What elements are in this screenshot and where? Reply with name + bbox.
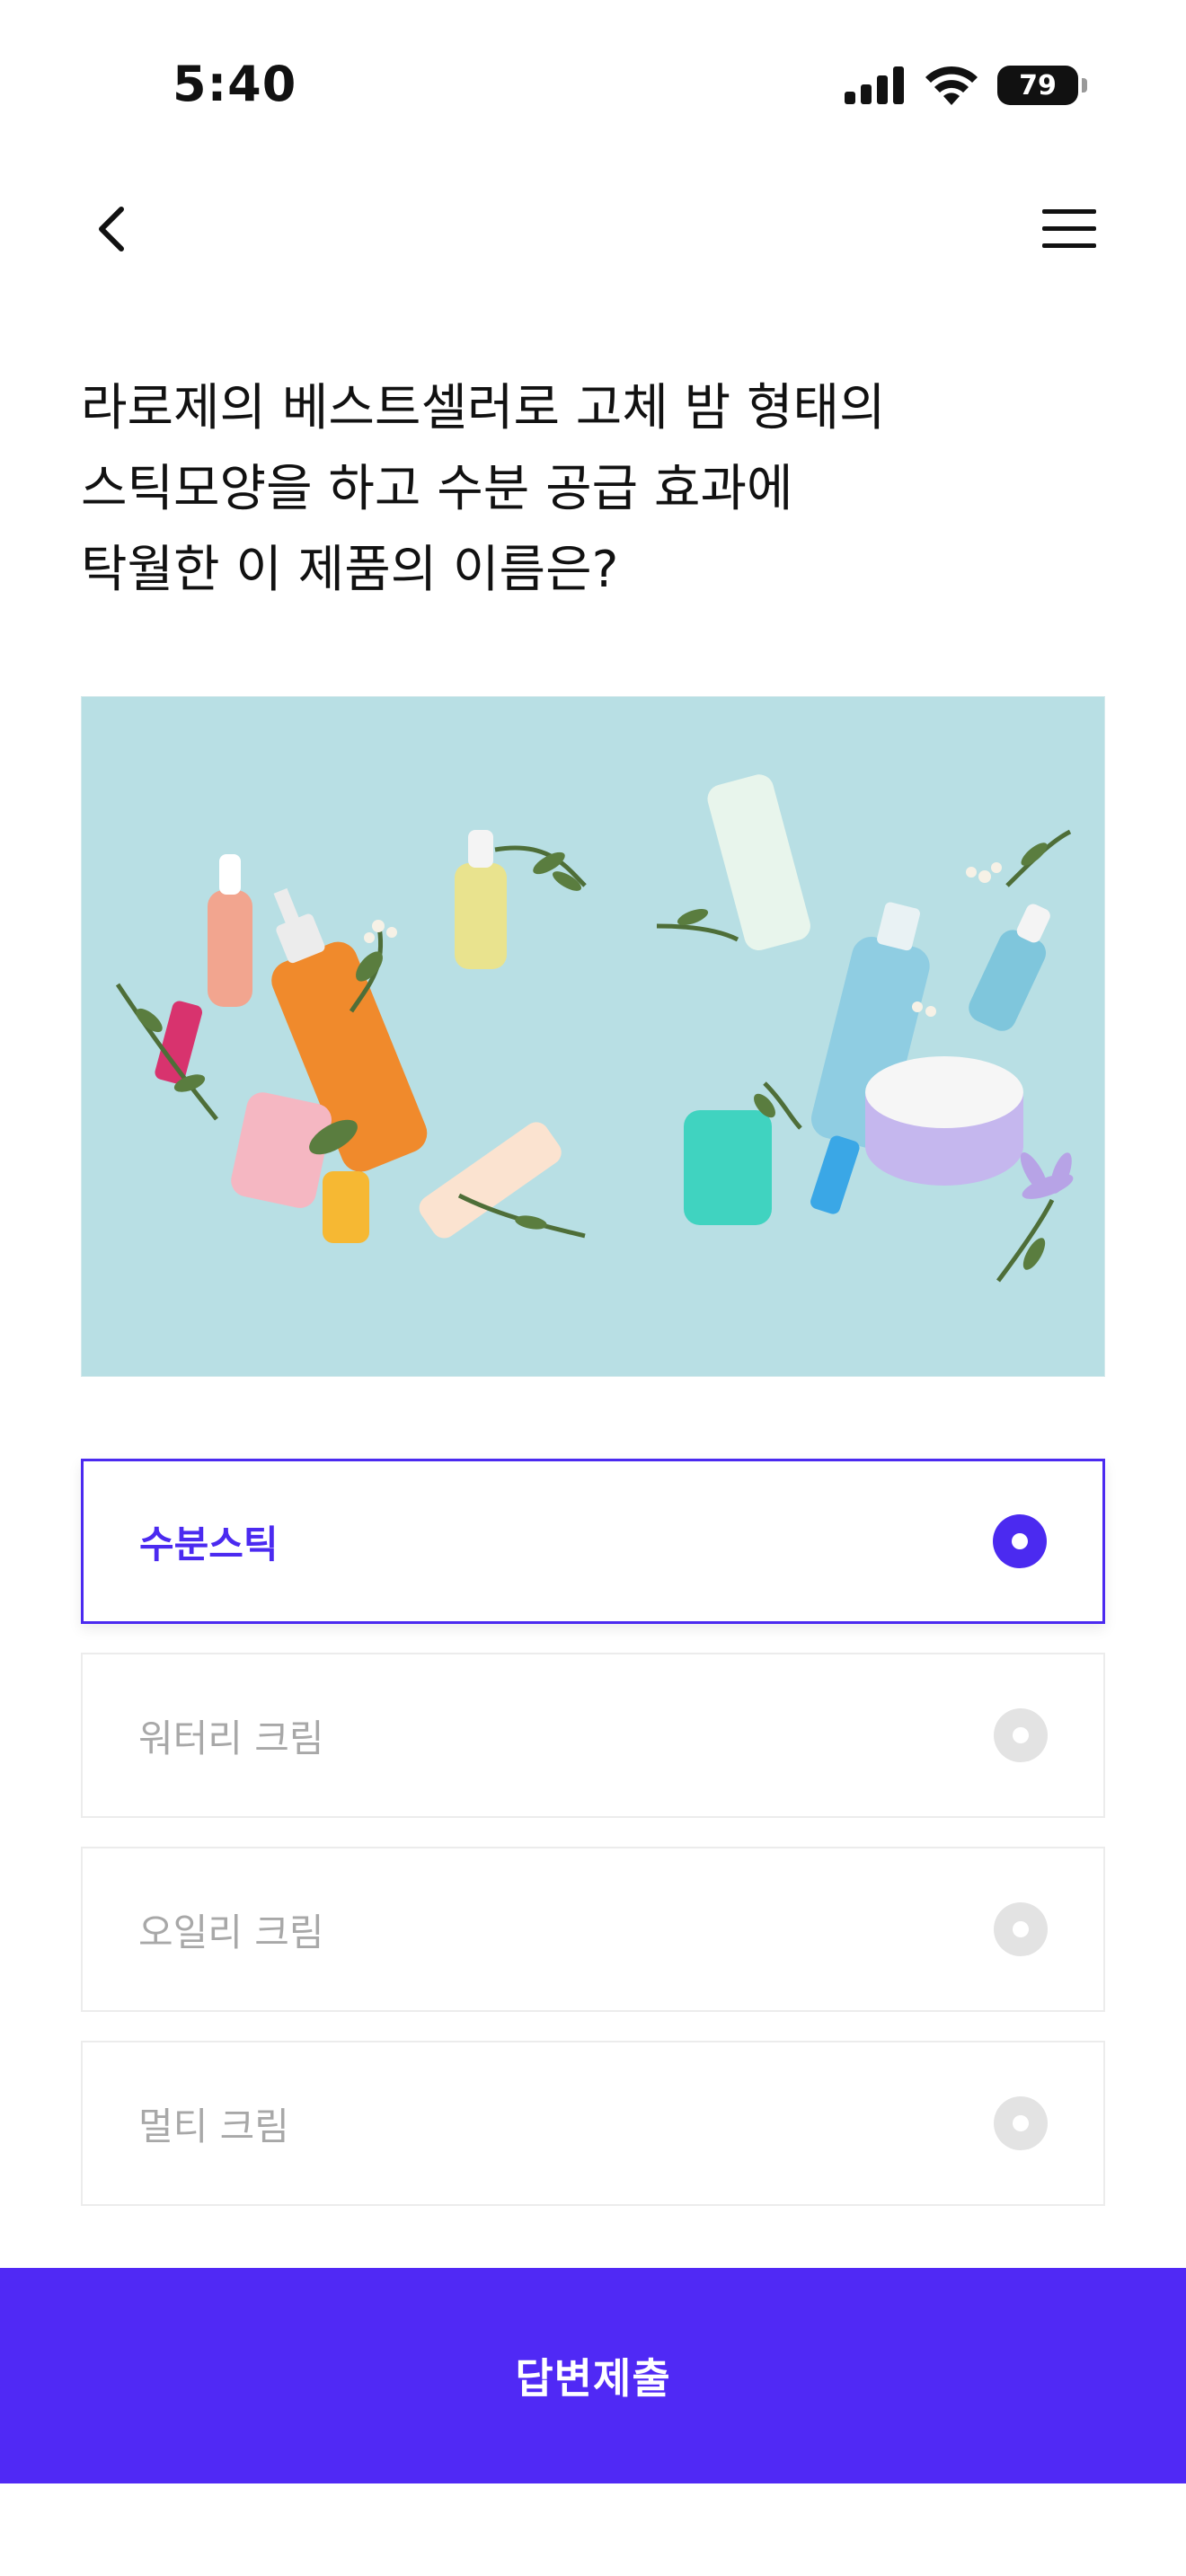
- answer-option[interactable]: 워터리 크림: [81, 1653, 1105, 1818]
- product-photo-illustration: [82, 697, 1104, 1376]
- answer-options: 수분스틱 워터리 크림 오일리 크림 멀티 크림: [81, 1459, 1105, 2235]
- cellular-signal-icon: [845, 66, 904, 104]
- question-text: 라로제의 베스트셀러로 고체 밤 형태의 스틱모양을 하고 수분 공급 효과에 …: [81, 368, 1087, 611]
- answer-option[interactable]: 오일리 크림: [81, 1847, 1105, 2012]
- question-line: 스틱모양을 하고 수분 공급 효과에: [81, 460, 793, 518]
- battery-level: 79: [1019, 69, 1057, 101]
- chevron-left-icon: [99, 207, 124, 251]
- status-time: 5:40: [173, 56, 297, 112]
- answer-option[interactable]: 수분스틱: [81, 1459, 1105, 1624]
- product-photo: [81, 696, 1105, 1377]
- hamburger-menu-icon: [1042, 209, 1096, 248]
- yellow-small-stick: [323, 1171, 369, 1243]
- teal-stick-jar: [684, 1110, 772, 1225]
- answer-option[interactable]: 멀티 크림: [81, 2041, 1105, 2206]
- nav-bar: [0, 180, 1186, 278]
- radio-unselected-icon[interactable]: [994, 1902, 1048, 1956]
- answer-option-label: 워터리 크림: [138, 1716, 324, 1760]
- battery-indicator: 79: [997, 66, 1087, 105]
- radio-unselected-icon[interactable]: [994, 1708, 1048, 1762]
- submit-answer-label: 답변제출: [515, 2355, 671, 2402]
- back-button[interactable]: [81, 198, 144, 260]
- question-line: 라로제의 베스트셀러로 고체 밤 형태의: [81, 379, 886, 437]
- wifi-icon: [925, 66, 978, 105]
- question-line: 탁월한 이 제품의 이름은?: [81, 541, 619, 599]
- answer-option-label: 멀티 크림: [138, 2104, 289, 2148]
- radio-selected-icon[interactable]: [993, 1514, 1047, 1568]
- status-bar: 5:40 79: [0, 0, 1186, 171]
- lavender-cream-jar: [865, 1056, 1023, 1186]
- answer-option-label: 수분스틱: [139, 1522, 279, 1566]
- status-icons: 79: [845, 63, 1087, 108]
- submit-answer-button[interactable]: 답변제출: [0, 2268, 1186, 2483]
- answer-option-label: 오일리 크림: [138, 1910, 324, 1954]
- menu-button[interactable]: [1033, 198, 1105, 260]
- radio-unselected-icon[interactable]: [994, 2096, 1048, 2150]
